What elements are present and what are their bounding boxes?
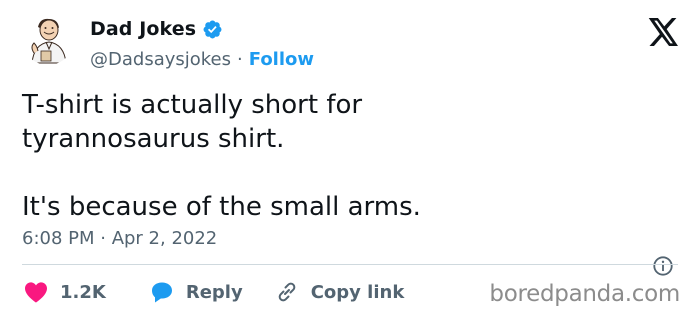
- tweet-timestamp[interactable]: 6:08 PM · Apr 2, 2022: [22, 228, 217, 249]
- copy-link-label: Copy link: [310, 281, 405, 303]
- like-button[interactable]: 1.2K: [24, 281, 106, 303]
- reply-button[interactable]: Reply: [150, 281, 243, 303]
- tweet-text: T-shirt is actually short for tyrannosau…: [22, 90, 421, 222]
- link-icon: [278, 282, 296, 302]
- x-logo-icon[interactable]: [648, 18, 680, 46]
- info-icon[interactable]: [652, 255, 674, 277]
- watermark: boredpanda.com: [489, 281, 680, 307]
- separator-dot: ·: [237, 49, 243, 70]
- author-handle[interactable]: @Dadsaysjokes: [90, 49, 231, 70]
- copy-link-button[interactable]: Copy link: [275, 280, 405, 304]
- verified-badge-icon: [203, 20, 222, 38]
- like-count: 1.2K: [60, 281, 106, 303]
- reply-label: Reply: [185, 281, 243, 303]
- heart-icon: [25, 282, 47, 303]
- divider: [22, 264, 678, 265]
- follow-button[interactable]: Follow: [249, 49, 314, 70]
- cartoon-dad-avatar-icon: [31, 18, 67, 64]
- avatar[interactable]: [22, 13, 74, 65]
- reply-bubble-icon: [151, 282, 172, 303]
- author-name[interactable]: Dad Jokes: [90, 18, 196, 40]
